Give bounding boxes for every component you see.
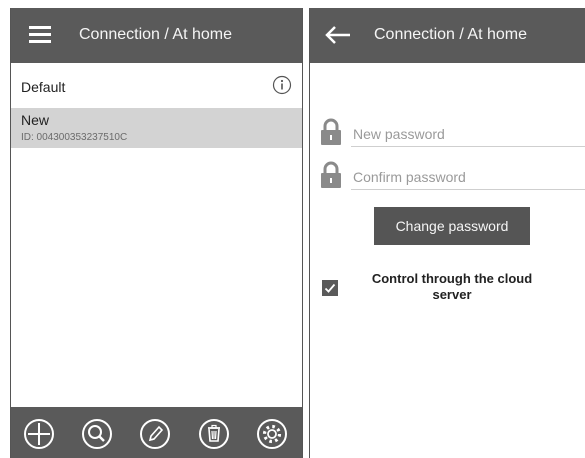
bottom-toolbar <box>11 407 302 458</box>
new-password-input[interactable] <box>351 122 585 147</box>
cloud-control-label: Control through the cloud server <box>371 271 533 302</box>
new-password-row <box>310 118 585 152</box>
cloud-control-checkbox[interactable] <box>322 280 338 296</box>
list-item-label: New <box>21 112 50 128</box>
connections-screen: Connection / At home Default New ID: 004… <box>10 8 303 458</box>
menu-icon[interactable] <box>29 26 51 44</box>
edit-icon[interactable] <box>139 418 171 450</box>
settings-icon[interactable] <box>256 418 288 450</box>
confirm-password-row <box>310 161 585 195</box>
confirm-password-input[interactable] <box>351 165 585 190</box>
app-bar: Connection / At home <box>11 8 302 63</box>
add-icon[interactable] <box>23 418 55 450</box>
device-id: ID: 004300353237510C <box>21 132 128 143</box>
screen-title: Connection / At home <box>79 26 232 43</box>
search-icon[interactable] <box>81 418 113 450</box>
info-icon[interactable] <box>272 75 292 95</box>
list-item-new[interactable]: New ID: 004300353237510C <box>11 108 302 148</box>
lock-icon <box>321 161 341 188</box>
screen-title: Connection / At home <box>374 26 527 43</box>
lock-icon <box>321 118 341 145</box>
app-bar: Connection / At home <box>310 8 585 63</box>
list-item-label: Default <box>21 79 66 95</box>
back-arrow-icon[interactable] <box>324 24 352 46</box>
password-screen: Connection / At home Change password Con… <box>309 8 585 458</box>
delete-icon[interactable] <box>198 418 230 450</box>
change-password-button[interactable]: Change password <box>374 207 530 245</box>
list-item-default[interactable]: Default <box>11 71 302 107</box>
